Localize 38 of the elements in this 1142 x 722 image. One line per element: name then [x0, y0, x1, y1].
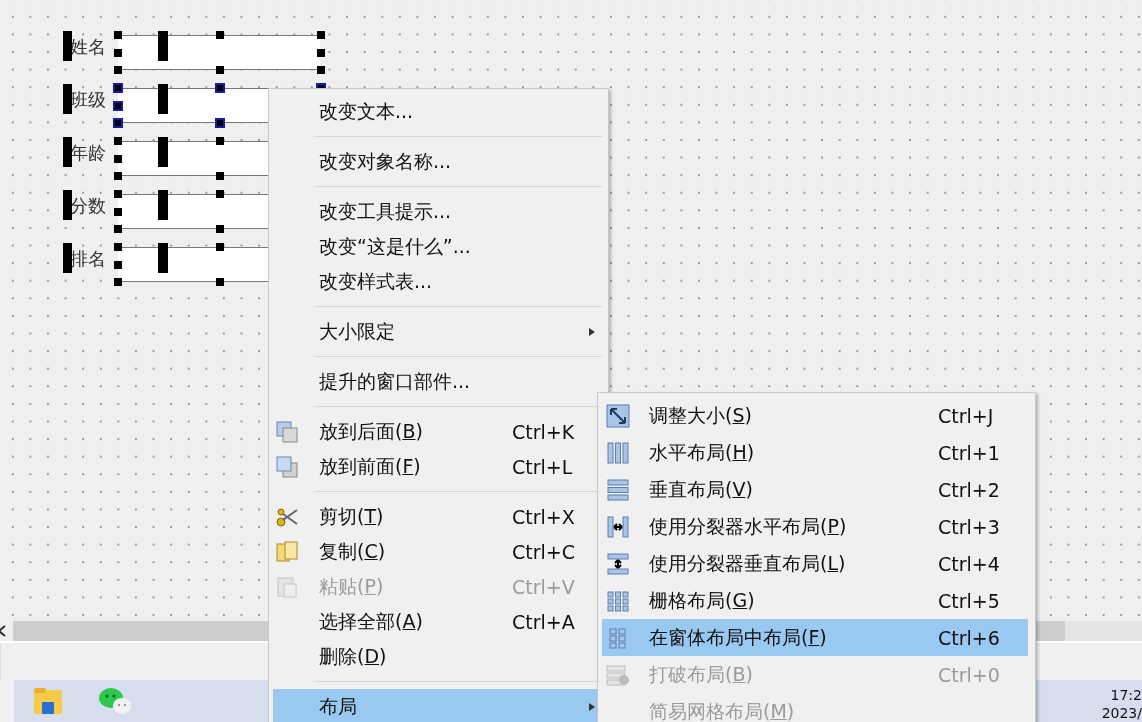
- clock-date: 2023/: [1101, 704, 1142, 722]
- menu-item[interactable]: 改变工具提示...: [273, 194, 604, 229]
- menu-item[interactable]: 水平布局(H) Ctrl+1: [602, 434, 1028, 471]
- scroll-left-icon[interactable]: [0, 624, 6, 637]
- chat-app-icon[interactable]: [98, 686, 132, 716]
- selection-handles[interactable]: [63, 30, 327, 76]
- menu-item[interactable]: 改变文本...: [273, 94, 604, 129]
- menu-item[interactable]: 改变样式表...: [273, 264, 604, 299]
- break-layout-icon: [606, 662, 630, 687]
- menu-item[interactable]: 改变“这是什么”...: [273, 229, 604, 264]
- menu-item[interactable]: 垂直布局(V) Ctrl+2: [602, 471, 1028, 508]
- copy-icon: [275, 539, 299, 564]
- field-label: 班级: [69, 88, 107, 112]
- menu-item[interactable]: 栅格布局(G) Ctrl+5: [602, 582, 1028, 619]
- line-edit-field[interactable]: [118, 35, 320, 70]
- front-icon: [275, 454, 299, 479]
- menu-item[interactable]: 在窗体布局中布局(F) Ctrl+6: [602, 619, 1028, 656]
- grid-icon: [606, 588, 630, 613]
- columns-icon: [606, 440, 630, 465]
- menu-item[interactable]: 大小限定: [273, 314, 604, 349]
- back-icon: [275, 419, 299, 444]
- menu-item[interactable]: 调整大小(S) Ctrl+J: [602, 397, 1028, 434]
- submenu-arrow-icon: [589, 702, 595, 711]
- field-label: 年龄: [69, 141, 107, 165]
- rows-icon: [606, 477, 630, 502]
- menu-item[interactable]: 提升的窗口部件...: [273, 364, 604, 399]
- menu-item[interactable]: 使用分裂器垂直布局(L) Ctrl+4: [602, 545, 1028, 582]
- folder-icon[interactable]: [33, 686, 63, 716]
- resize-icon: [606, 403, 630, 428]
- clock-time: 17:2: [1110, 686, 1142, 704]
- menu-item[interactable]: 使用分裂器水平布局(P) Ctrl+3: [602, 508, 1028, 545]
- submenu-arrow-icon: [589, 327, 595, 336]
- paste-icon: [275, 574, 299, 599]
- horizontal-splitter-icon: [606, 514, 630, 539]
- vertical-splitter-icon: [606, 551, 630, 576]
- field-label: 排名: [69, 247, 107, 271]
- field-label: 分数: [69, 194, 107, 218]
- menu-item[interactable]: 改变对象名称...: [273, 144, 604, 179]
